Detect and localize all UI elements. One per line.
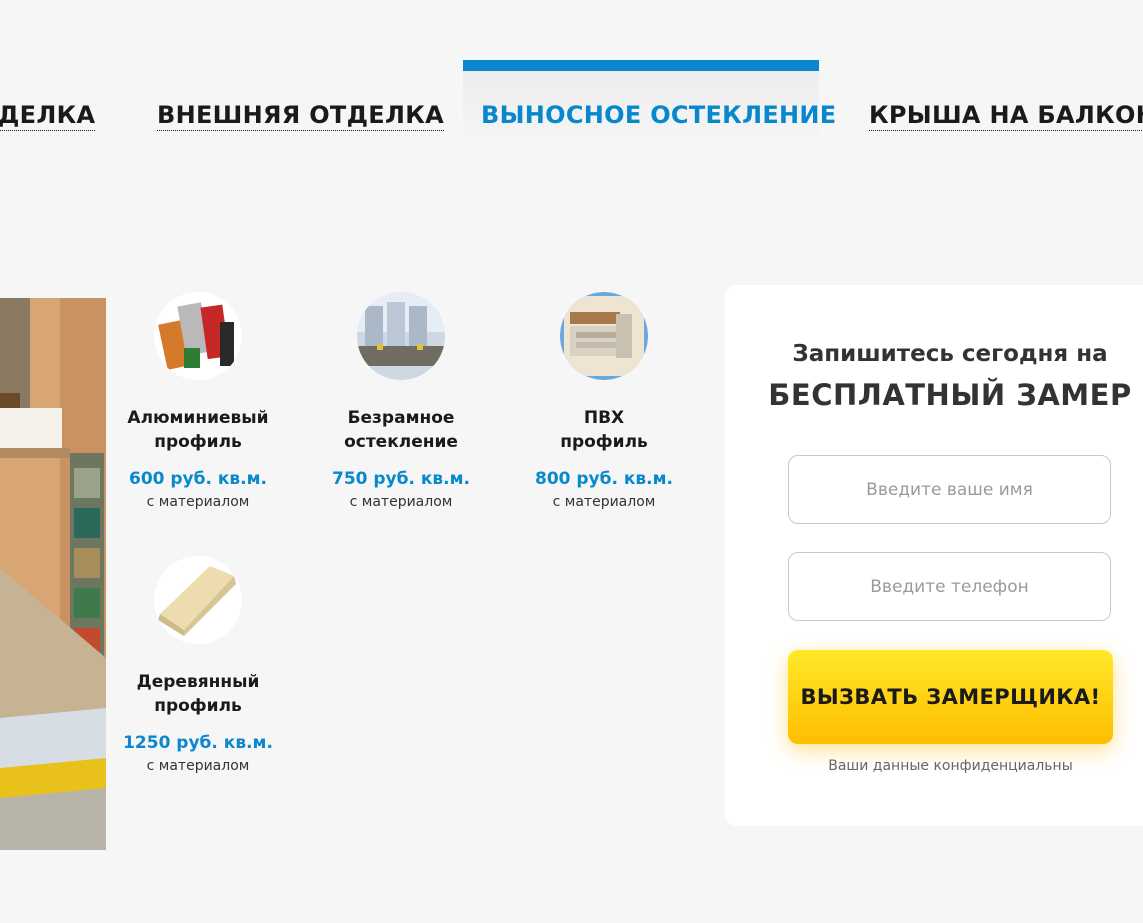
name-input[interactable] [788, 455, 1111, 524]
product-wooden[interactable]: Деревянный профиль 1250 руб. кв.м. с мат… [98, 556, 298, 778]
form-title-highlight: БЕСПЛАТНЫЙ ЗАМЕР [768, 378, 1132, 412]
product-note: с материалом [146, 758, 250, 774]
frameless-glazing-icon [357, 292, 445, 380]
free-measurement-form: Запишитесь сегодня на БЕСПЛАТНЫЙ ЗАМЕР В… [725, 285, 1143, 826]
product-name-line2: остекление [344, 432, 458, 452]
product-frameless[interactable]: Безрамное остекление 750 руб. кв.м. с ма… [301, 292, 501, 514]
aluminium-profile-icon [154, 292, 242, 380]
balcony-photo [0, 298, 106, 850]
product-aluminium[interactable]: Алюминиевый профиль 600 руб. кв.м. с мат… [98, 292, 298, 514]
product-price: 800 руб. кв.м. [534, 469, 673, 489]
tab-inner-finishing[interactable]: ДЕЛКА [0, 100, 96, 131]
pvc-profile-icon [560, 292, 648, 380]
product-name-line1: ПВХ [583, 408, 625, 428]
call-measurer-button[interactable]: ВЫЗВАТЬ ЗАМЕРЩИКА! [788, 650, 1113, 744]
privacy-note: Ваши данные конфиденциальны [828, 758, 1073, 774]
product-note: с материалом [349, 494, 453, 510]
phone-input[interactable] [788, 552, 1111, 621]
tab-exterior-finishing[interactable]: ВНЕШНЯЯ ОТДЕЛКА [157, 100, 444, 131]
product-note: с материалом [146, 494, 250, 510]
product-name-line2: профиль [154, 696, 242, 716]
product-note: с материалом [552, 494, 656, 510]
active-tab-indicator [463, 60, 819, 71]
form-title: Запишитесь сегодня на [792, 341, 1108, 367]
product-price: 1250 руб. кв.м. [123, 733, 273, 753]
tab-remote-glazing[interactable]: ВЫНОСНОЕ ОСТЕКЛЕНИЕ [481, 100, 837, 130]
product-price: 750 руб. кв.м. [331, 469, 470, 489]
product-name-line1: Деревянный [136, 672, 260, 692]
product-name-line1: Безрамное [347, 408, 455, 428]
product-name-line2: профиль [154, 432, 242, 452]
wooden-profile-icon [154, 556, 242, 644]
tab-balcony-roof[interactable]: КРЫША НА БАЛКОН [869, 100, 1143, 131]
product-pvc[interactable]: ПВХ профиль 800 руб. кв.м. с материалом [504, 292, 704, 514]
product-name-line1: Алюминиевый [127, 408, 269, 428]
product-price: 600 руб. кв.м. [128, 469, 267, 489]
product-name-line2: профиль [560, 432, 648, 452]
